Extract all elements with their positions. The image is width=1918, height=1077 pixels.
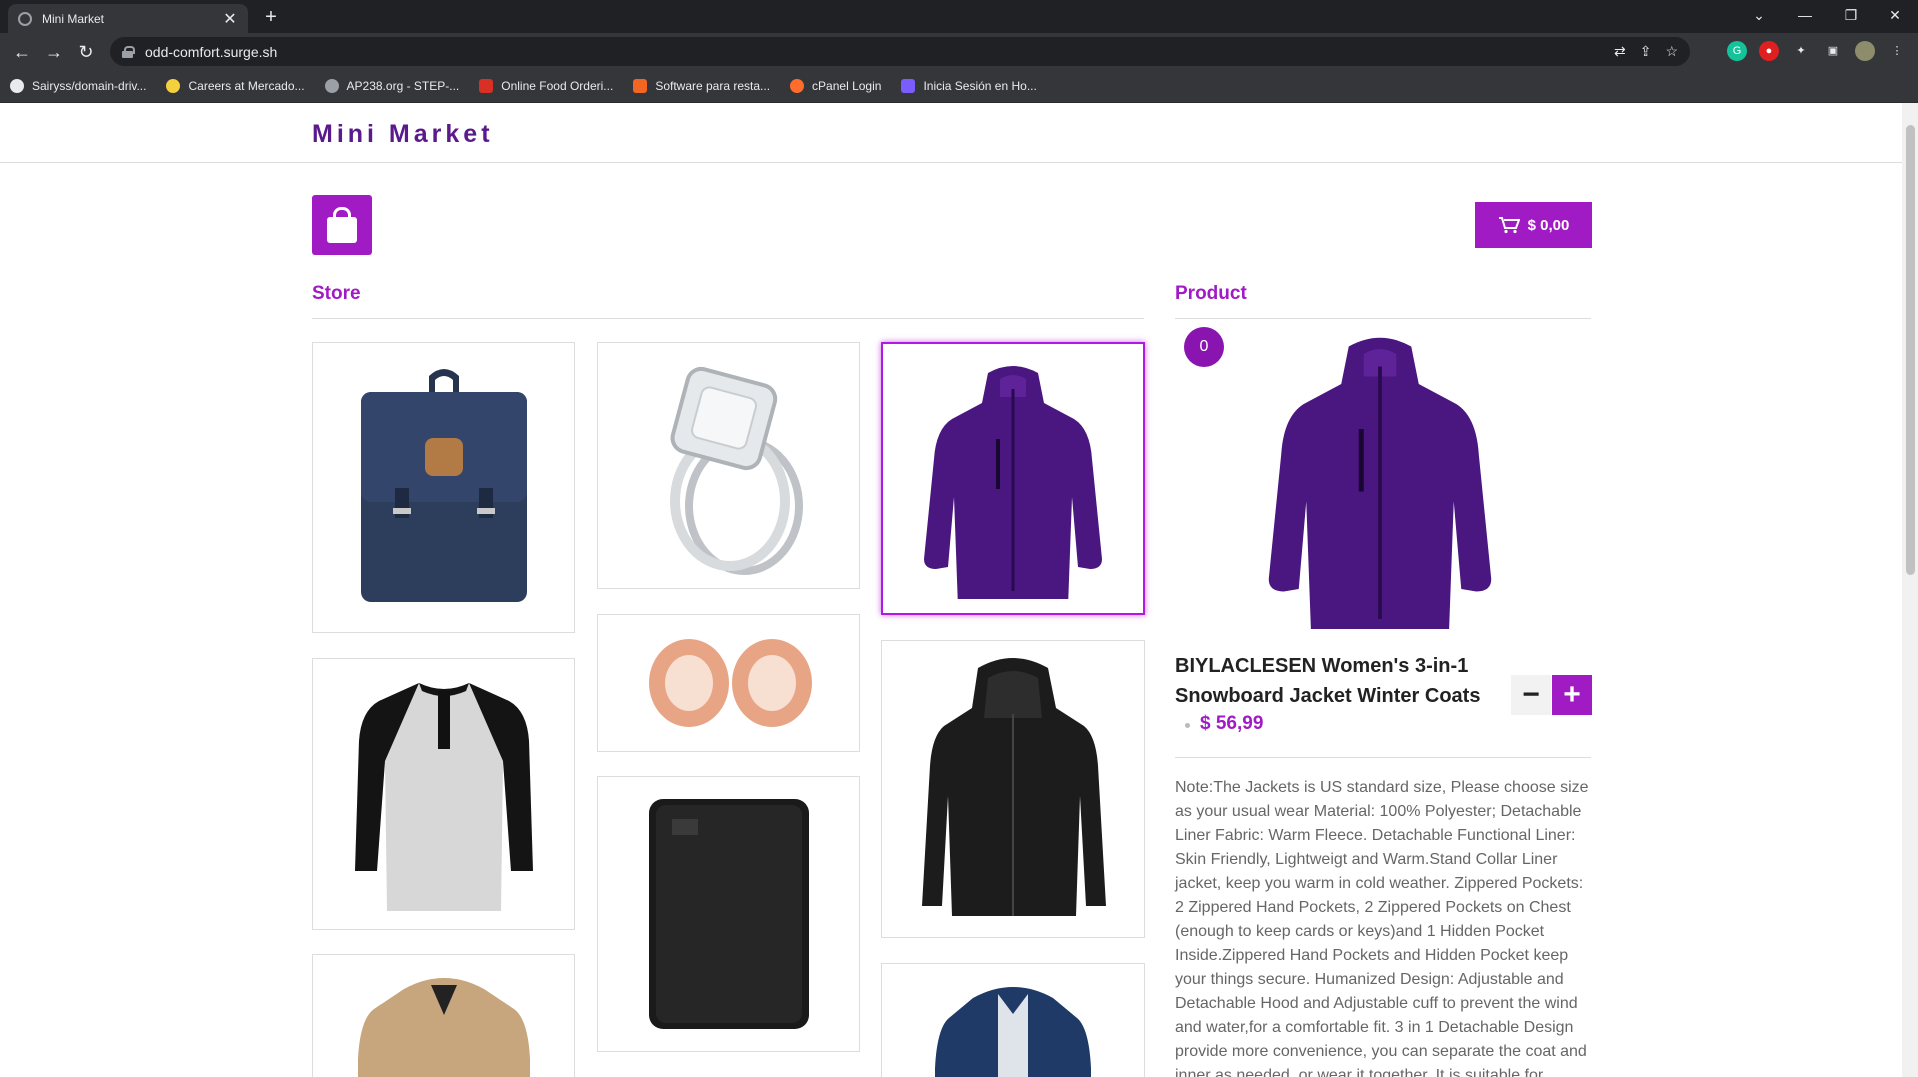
page-content: Mini Market $ 0,00 Store Product 0 BIYLA… xyxy=(0,103,1918,1077)
purple-jacket-large-image xyxy=(1268,337,1492,629)
close-window-button[interactable]: ✕ xyxy=(1872,0,1918,33)
product-image xyxy=(1260,329,1500,629)
increase-quantity-button[interactable]: + xyxy=(1552,675,1592,715)
back-icon[interactable]: ← xyxy=(10,40,34,64)
forward-icon[interactable]: → xyxy=(42,40,66,64)
star-icon[interactable]: ☆ xyxy=(1665,43,1678,60)
product-divider xyxy=(1175,318,1591,319)
scrollbar-thumb[interactable] xyxy=(1906,125,1915,575)
mercado-icon xyxy=(166,79,181,93)
product-card-earrings[interactable] xyxy=(597,614,860,752)
khaki-jacket-image xyxy=(357,978,530,1077)
extension-icon[interactable]: ● xyxy=(1759,41,1779,61)
software-icon xyxy=(633,79,648,93)
tab-search-icon[interactable]: ⌄ xyxy=(1736,0,1782,33)
globe-icon xyxy=(18,11,32,26)
product-card-henley-shirt[interactable] xyxy=(312,658,575,930)
product-card-navy-jacket[interactable] xyxy=(881,963,1145,1077)
restore-button[interactable]: ❐ xyxy=(1828,0,1874,33)
cart-button[interactable]: $ 0,00 xyxy=(1475,202,1592,248)
tab-title: Mini Market xyxy=(42,11,105,26)
decrease-quantity-button[interactable]: − xyxy=(1511,675,1551,715)
bookmark-item[interactable]: Online Food Orderi... xyxy=(479,79,613,93)
lock-icon xyxy=(122,45,135,58)
globe-icon xyxy=(324,79,339,93)
menu-icon[interactable]: ⋮ xyxy=(1887,41,1907,61)
product-count-badge: 0 xyxy=(1184,327,1224,367)
avatar[interactable] xyxy=(1855,41,1875,61)
product-card-hard-drive[interactable] xyxy=(597,776,860,1052)
side-panel-icon[interactable]: ▣ xyxy=(1823,41,1843,61)
store-divider xyxy=(312,318,1144,319)
browser-tab-bar: Mini Market ✕ + ⌄ — ❐ ✕ xyxy=(0,0,1918,33)
minimize-button[interactable]: — xyxy=(1782,0,1828,33)
bullet-dot xyxy=(1185,723,1190,728)
detail-divider xyxy=(1175,757,1591,758)
grammarly-icon[interactable]: G xyxy=(1727,41,1747,61)
page-scrollbar[interactable] xyxy=(1902,103,1918,1077)
brand-logo[interactable]: Mini Market xyxy=(312,120,494,149)
product-card-backpack[interactable] xyxy=(312,342,575,633)
browser-toolbar: ← → ↻ odd-comfort.surge.sh ⇄ ⇪ ☆ G ● ✦ ▣… xyxy=(0,33,1918,70)
translate-icon[interactable]: ⇄ xyxy=(1614,43,1626,60)
navy-jacket-image xyxy=(935,987,1091,1077)
product-price: $ 56,99 xyxy=(1200,713,1264,734)
close-tab-icon[interactable]: ✕ xyxy=(222,9,238,29)
browser-tab[interactable]: Mini Market ✕ xyxy=(8,4,248,33)
shopping-bag-button[interactable] xyxy=(312,195,372,255)
backpack-image xyxy=(360,368,527,602)
product-card-purple-jacket[interactable] xyxy=(881,342,1145,615)
hotmart-icon xyxy=(901,79,916,93)
shopping-bag-icon xyxy=(327,217,357,243)
puzzle-icon[interactable]: ✦ xyxy=(1791,41,1811,61)
new-tab-button[interactable]: + xyxy=(258,4,284,30)
share-icon[interactable]: ⇪ xyxy=(1640,43,1652,60)
reload-icon[interactable]: ↻ xyxy=(74,40,98,64)
product-card-leather-jacket[interactable] xyxy=(881,640,1145,938)
hard-drive-image xyxy=(648,799,809,1029)
henley-shirt-image xyxy=(354,683,533,911)
earrings-image xyxy=(648,639,812,727)
product-card-khaki-jacket[interactable] xyxy=(312,954,575,1077)
leather-jacket-image xyxy=(922,658,1106,916)
minus-icon: − xyxy=(1522,678,1540,711)
product-card-ring[interactable] xyxy=(597,342,860,589)
github-icon xyxy=(10,79,24,93)
bookmark-item[interactable]: Inicia Sesión en Ho... xyxy=(901,79,1037,93)
product-description: Note:The Jackets is US standard size, Pl… xyxy=(1175,779,1589,1077)
bookmark-item[interactable]: AP238.org - STEP-... xyxy=(324,79,459,93)
bookmark-item[interactable]: Careers at Mercado... xyxy=(166,79,305,93)
url-text: odd-comfort.surge.sh xyxy=(145,43,278,60)
product-name: BIYLACLESEN Women's 3-in-1 Snowboard Jac… xyxy=(1175,655,1481,707)
cpanel-icon xyxy=(790,79,805,93)
bookmark-item[interactable]: Software para resta... xyxy=(633,79,770,93)
store-title: Store xyxy=(312,283,361,304)
bookmark-item[interactable]: Sairyss/domain-driv... xyxy=(10,79,146,93)
plus-icon: + xyxy=(1563,678,1581,711)
product-title: Product xyxy=(1175,283,1247,304)
site-header: Mini Market xyxy=(0,103,1902,163)
cart-icon xyxy=(1498,217,1520,234)
purple-jacket-image xyxy=(924,365,1102,599)
cart-total: $ 0,00 xyxy=(1527,216,1570,234)
food-icon xyxy=(479,79,494,93)
ring-image xyxy=(669,366,803,575)
address-bar[interactable]: odd-comfort.surge.sh ⇄ ⇪ ☆ xyxy=(110,37,1690,66)
bookmarks-bar: Sairyss/domain-driv... Careers at Mercad… xyxy=(0,70,1918,103)
bookmark-item[interactable]: cPanel Login xyxy=(790,79,881,93)
